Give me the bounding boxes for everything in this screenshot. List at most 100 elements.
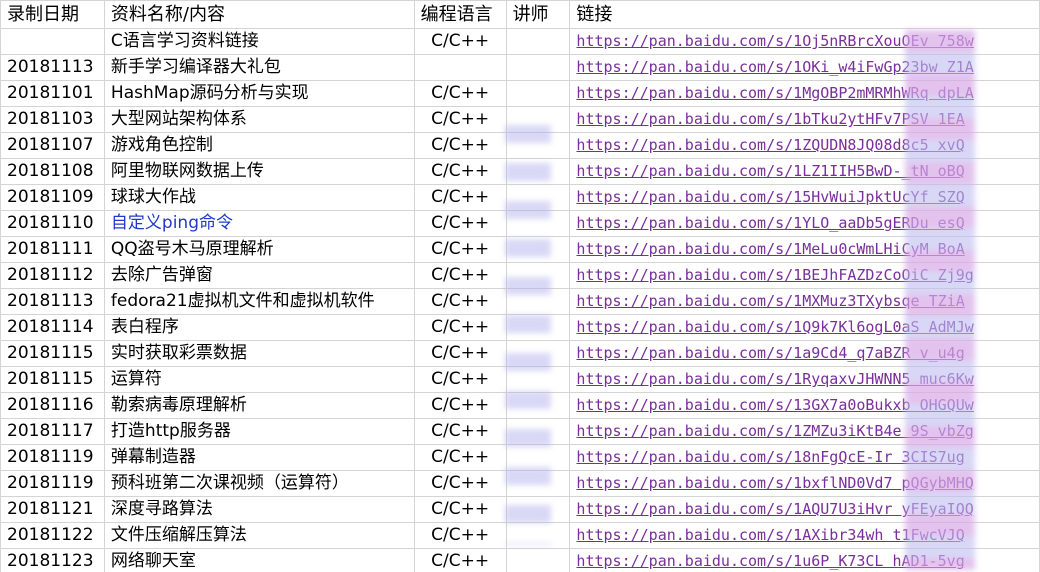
link-cell[interactable]: https://pan.baidu.com/s/15HvWuiJpktUcYf …	[569, 184, 1040, 211]
teacher-cell[interactable]	[505, 184, 571, 211]
title-cell[interactable]: 球球大作战	[103, 184, 415, 211]
title-cell[interactable]: 深度寻路算法	[103, 496, 415, 523]
date-cell[interactable]: 20181114	[0, 314, 105, 341]
date-cell[interactable]: 20181121	[0, 496, 105, 523]
title-cell[interactable]: 预科班第二次课视频（运算符）	[103, 470, 415, 497]
language-cell[interactable]: C/C++	[413, 548, 507, 572]
language-cell[interactable]: C/C++	[413, 418, 507, 445]
link-cell[interactable]: https://pan.baidu.com/s/13GX7a0oBukxb OH…	[569, 392, 1040, 419]
title-cell[interactable]: C语言学习资料链接	[103, 28, 415, 55]
link-cell[interactable]: https://pan.baidu.com/s/1ZQUDN8JQ08d8c5 …	[569, 132, 1040, 159]
language-cell[interactable]: C/C++	[413, 392, 507, 419]
title-cell[interactable]: 勒索病毒原理解析	[103, 392, 415, 419]
title-cell[interactable]: 运算符	[103, 366, 415, 393]
date-cell[interactable]: 20181112	[0, 262, 105, 289]
teacher-cell[interactable]	[505, 262, 571, 289]
language-cell[interactable]: C/C++	[413, 366, 507, 393]
teacher-cell[interactable]	[505, 496, 571, 523]
language-cell[interactable]: C/C++	[413, 496, 507, 523]
title-cell[interactable]: QQ盗号木马原理解析	[103, 236, 415, 263]
teacher-cell[interactable]	[505, 288, 571, 315]
link-cell[interactable]: https://pan.baidu.com/s/1RyqaxvJHWNN5 mu…	[569, 366, 1040, 393]
date-cell[interactable]: 20181123	[0, 548, 105, 572]
teacher-cell[interactable]	[505, 392, 571, 419]
link-cell[interactable]: https://pan.baidu.com/s/1MXMuz3TXybsqe T…	[569, 288, 1040, 315]
date-cell[interactable]: 20181111	[0, 236, 105, 263]
teacher-cell[interactable]	[505, 28, 571, 55]
header-teacher[interactable]: 讲师	[505, 0, 571, 29]
link-cell[interactable]: https://pan.baidu.com/s/1MgOBP2mMRMhWRq …	[569, 80, 1040, 107]
date-cell[interactable]: 20181115	[0, 366, 105, 393]
title-cell[interactable]: 新手学习编译器大礼包	[103, 54, 415, 81]
teacher-cell[interactable]	[505, 340, 571, 367]
title-cell[interactable]: 文件压缩解压算法	[103, 522, 415, 549]
title-cell[interactable]: fedora21虚拟机文件和虚拟机软件	[103, 288, 415, 315]
title-cell[interactable]: 弹幕制造器	[103, 444, 415, 471]
teacher-cell[interactable]	[505, 444, 571, 471]
teacher-cell[interactable]	[505, 418, 571, 445]
teacher-cell[interactable]	[505, 470, 571, 497]
header-date[interactable]: 录制日期	[0, 0, 105, 29]
link-cell[interactable]: https://pan.baidu.com/s/1a9Cd4_q7aBZR v_…	[569, 340, 1040, 367]
header-link[interactable]: 链接	[569, 0, 1040, 29]
date-cell[interactable]: 20181110	[0, 210, 105, 237]
header-title[interactable]: 资料名称/内容	[103, 0, 415, 29]
date-cell[interactable]: 20181113	[0, 288, 105, 315]
teacher-cell[interactable]	[505, 80, 571, 107]
language-cell[interactable]: C/C++	[413, 340, 507, 367]
link-cell[interactable]: https://pan.baidu.com/s/1ZMZu3iKtB4e 9S_…	[569, 418, 1040, 445]
title-cell[interactable]: 阿里物联网数据上传	[103, 158, 415, 185]
date-cell[interactable]: 20181122	[0, 522, 105, 549]
date-cell[interactable]: 20181119	[0, 470, 105, 497]
link-cell[interactable]: https://pan.baidu.com/s/1LZ1IIH5BwD-_tN …	[569, 158, 1040, 185]
header-language[interactable]: 编程语言	[413, 0, 507, 29]
title-cell[interactable]: 去除广告弹窗	[103, 262, 415, 289]
teacher-cell[interactable]	[505, 314, 571, 341]
language-cell[interactable]: C/C++	[413, 470, 507, 497]
title-cell[interactable]: 自定义ping命令	[103, 210, 415, 237]
date-cell[interactable]: 20181113	[0, 54, 105, 81]
language-cell[interactable]: C/C++	[413, 184, 507, 211]
teacher-cell[interactable]	[505, 210, 571, 237]
language-cell[interactable]	[413, 54, 507, 81]
date-cell[interactable]: 20181101	[0, 80, 105, 107]
link-cell[interactable]: https://pan.baidu.com/s/1Oj5nRBrcXouOEv …	[569, 28, 1040, 55]
title-cell[interactable]: 大型网站架构体系	[103, 106, 415, 133]
title-cell[interactable]: HashMap源码分析与实现	[103, 80, 415, 107]
language-cell[interactable]: C/C++	[413, 262, 507, 289]
date-cell[interactable]	[0, 28, 105, 55]
date-cell[interactable]: 20181103	[0, 106, 105, 133]
link-cell[interactable]: https://pan.baidu.com/s/18nFgQcE-Ir 3CIS…	[569, 444, 1040, 471]
date-cell[interactable]: 20181108	[0, 158, 105, 185]
date-cell[interactable]: 20181109	[0, 184, 105, 211]
title-cell[interactable]: 表白程序	[103, 314, 415, 341]
teacher-cell[interactable]	[505, 366, 571, 393]
date-cell[interactable]: 20181115	[0, 340, 105, 367]
title-cell[interactable]: 网络聊天室	[103, 548, 415, 572]
language-cell[interactable]: C/C++	[413, 288, 507, 315]
title-cell[interactable]: 打造http服务器	[103, 418, 415, 445]
teacher-cell[interactable]	[505, 132, 571, 159]
link-cell[interactable]: https://pan.baidu.com/s/1MeLu0cWmLHiCyM …	[569, 236, 1040, 263]
language-cell[interactable]: C/C++	[413, 236, 507, 263]
language-cell[interactable]: C/C++	[413, 522, 507, 549]
link-cell[interactable]: https://pan.baidu.com/s/1AQU7U3iHvr yFEy…	[569, 496, 1040, 523]
teacher-cell[interactable]	[505, 54, 571, 81]
language-cell[interactable]: C/C++	[413, 106, 507, 133]
teacher-cell[interactable]	[505, 522, 571, 549]
link-cell[interactable]: https://pan.baidu.com/s/1Q9k7Kl6ogL0aS A…	[569, 314, 1040, 341]
teacher-cell[interactable]	[505, 236, 571, 263]
language-cell[interactable]: C/C++	[413, 314, 507, 341]
language-cell[interactable]: C/C++	[413, 28, 507, 55]
date-cell[interactable]: 20181107	[0, 132, 105, 159]
language-cell[interactable]: C/C++	[413, 210, 507, 237]
date-cell[interactable]: 20181116	[0, 392, 105, 419]
link-cell[interactable]: https://pan.baidu.com/s/1OKi_w4iFwGp23bw…	[569, 54, 1040, 81]
link-cell[interactable]: https://pan.baidu.com/s/1u6P_K73CL hAD1-…	[569, 548, 1040, 572]
teacher-cell[interactable]	[505, 106, 571, 133]
link-cell[interactable]: https://pan.baidu.com/s/1AXibr34wh t1Fwc…	[569, 522, 1040, 549]
date-cell[interactable]: 20181117	[0, 418, 105, 445]
link-cell[interactable]: https://pan.baidu.com/s/1bxflND0Vd7 pQGy…	[569, 470, 1040, 497]
title-cell[interactable]: 游戏角色控制	[103, 132, 415, 159]
language-cell[interactable]: C/C++	[413, 444, 507, 471]
